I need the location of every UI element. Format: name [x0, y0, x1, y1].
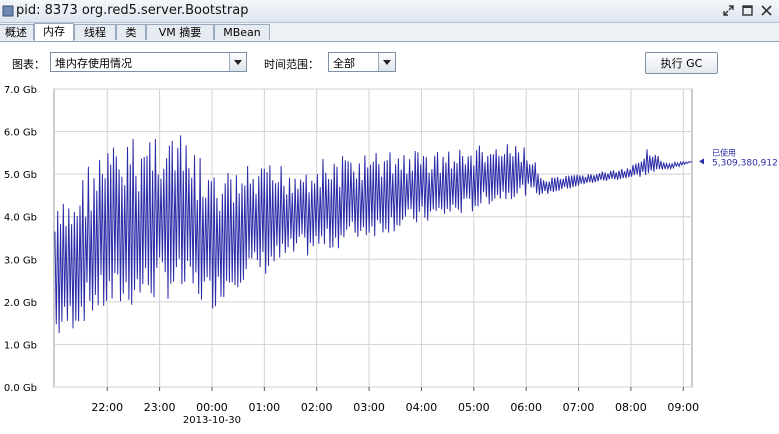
window-titlebar: pid: 8373 org.red5.server.Bootstrap: [0, 0, 779, 23]
y-tick-label: 7.0 Gb: [4, 85, 37, 96]
tab-mbean[interactable]: MBean: [214, 24, 270, 40]
y-tick-label: 3.0 Gb: [4, 255, 37, 266]
range-select-value: 全部: [333, 57, 355, 70]
chart-label: 图表：: [12, 58, 45, 71]
perform-gc-button[interactable]: 执行 GC: [645, 52, 718, 74]
y-tick-label: 6.0 Gb: [4, 128, 37, 139]
window-title: pid: 8373 org.red5.server.Bootstrap: [16, 3, 249, 18]
y-tick-label: 2.0 Gb: [4, 298, 37, 309]
plot-area: [53, 88, 693, 388]
restore-icon[interactable]: [722, 4, 735, 17]
x-tick-label: 03:00: [353, 401, 385, 414]
x-tick-label: 01:00: [248, 401, 280, 414]
app-icon: [2, 5, 14, 17]
tab-memory[interactable]: 内存: [34, 23, 74, 41]
chevron-down-icon[interactable]: [229, 53, 246, 71]
x-tick-label: 02:00: [301, 401, 333, 414]
y-tick-label: 1.0 Gb: [4, 340, 37, 351]
maximize-icon[interactable]: [741, 4, 754, 17]
tab-overview[interactable]: 概述: [0, 24, 34, 40]
x-tick-label: 22:00: [91, 401, 123, 414]
x-tick-label: 04:00: [406, 401, 438, 414]
x-tick-label: 00:00: [196, 401, 228, 414]
x-tick-label: 09:00: [667, 401, 699, 414]
chart-select-value: 堆内存使用情况: [55, 57, 132, 70]
x-tick-label: 08:00: [615, 401, 647, 414]
tab-vm-summary[interactable]: VM 摘要: [146, 24, 214, 40]
x-tick-label: 07:00: [563, 401, 595, 414]
y-tick-label: 4.0 Gb: [4, 213, 37, 224]
chart-select[interactable]: 堆内存使用情况: [50, 52, 247, 72]
tab-classes[interactable]: 类: [116, 24, 146, 40]
tab-bar: 概述 内存 线程 类 VM 摘要 MBean: [0, 23, 779, 42]
chevron-down-icon[interactable]: [378, 53, 395, 71]
chart-svg: 0.0 Gb 1.0 Gb 2.0 Gb 3.0 Gb 4.0 Gb 5.0 Gb 6.0 …: [4, 85, 778, 426]
range-label: 时间范围：: [264, 58, 319, 71]
range-select[interactable]: 全部: [328, 52, 396, 72]
x-tick-label: 06:00: [510, 401, 542, 414]
legend-marker: [699, 158, 704, 165]
x-tick-label: 23:00: [144, 401, 176, 414]
y-tick-label: 0.0 Gb: [4, 383, 37, 394]
close-icon[interactable]: [760, 4, 773, 17]
tab-threads[interactable]: 线程: [74, 24, 116, 40]
memory-toolbar: 图表： 堆内存使用情况 时间范围： 全部 执行 GC: [0, 42, 779, 84]
heap-memory-chart: 0.0 Gb 1.0 Gb 2.0 Gb 3.0 Gb 4.0 Gb 5.0 Gb 6.0 …: [0, 84, 779, 431]
y-tick-label: 5.0 Gb: [4, 170, 37, 181]
legend-series-name: 已使用: [712, 147, 736, 157]
legend-current-value: 5,309,380,912: [712, 158, 778, 168]
x-date-label: 2013-10-30: [183, 415, 241, 426]
x-tick-label: 05:00: [458, 401, 490, 414]
